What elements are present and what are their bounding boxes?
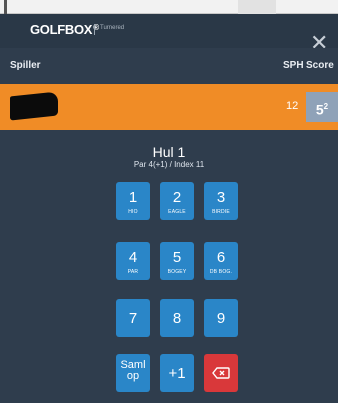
column-header-row: Spiller SPH Score — [0, 48, 338, 82]
key-label: Saml op — [116, 360, 150, 382]
key-label: HIO — [128, 209, 138, 215]
top-strip-tab — [238, 0, 276, 14]
plus-one-button[interactable]: +1 — [160, 354, 194, 392]
delete-button[interactable] — [204, 354, 238, 392]
key-7[interactable]: 7 — [116, 299, 150, 337]
key-3[interactable]: 3 BIRDIE — [204, 182, 238, 220]
key-number: 9 — [216, 310, 226, 327]
backspace-icon — [212, 367, 230, 379]
player-row[interactable]: 12 52 — [0, 84, 338, 130]
player-sph: 12 — [286, 100, 299, 112]
player-score-box[interactable]: 52 — [306, 92, 338, 122]
saml-line-2: op — [126, 370, 140, 382]
key-label: BIRDIE — [212, 209, 230, 215]
top-strip-divider — [4, 0, 7, 14]
column-player: Spiller — [10, 60, 41, 71]
key-number: 5 — [172, 249, 182, 266]
key-2[interactable]: 2 EAGLE — [160, 182, 194, 220]
key-number: 1 — [128, 189, 138, 206]
key-number: 8 — [172, 310, 182, 327]
score-value: 5 — [315, 101, 324, 118]
key-label: BOGEY — [167, 269, 187, 275]
browser-top-strip — [0, 0, 338, 14]
key-number: 7 — [128, 310, 138, 327]
key-9[interactable]: 9 — [204, 299, 238, 337]
app-header: GOLFBOX® Turnered ✕ — [0, 14, 338, 54]
logo-subtitle: Turnered — [100, 25, 125, 31]
player-name-redacted — [10, 91, 58, 121]
logo-text: GOLFBOX — [30, 22, 93, 37]
key-label: DB BOG. — [209, 269, 233, 275]
key-label: EAGLE — [168, 209, 186, 215]
key-1[interactable]: 1 HIO — [116, 182, 150, 220]
golfbox-logo: GOLFBOX® — [30, 22, 99, 37]
key-number: 6 — [216, 249, 226, 266]
logo-separator — [94, 24, 95, 35]
hole-title: Hul 1 — [152, 144, 186, 160]
key-number: +1 — [168, 365, 186, 382]
key-6[interactable]: 6 DB BOG. — [204, 242, 238, 280]
key-number: 3 — [216, 189, 226, 206]
saml-op-button[interactable]: Saml op — [116, 354, 150, 392]
hole-par-index: Par 4(+1) / Index 11 — [133, 160, 205, 169]
column-sph: SPH — [283, 60, 304, 71]
key-8[interactable]: 8 — [160, 299, 194, 337]
key-label: PAR — [127, 269, 139, 275]
key-number: 4 — [128, 249, 138, 266]
key-4[interactable]: 4 PAR — [116, 242, 150, 280]
key-5[interactable]: 5 BOGEY — [160, 242, 194, 280]
key-number: 2 — [172, 189, 182, 206]
column-score: Score — [306, 60, 334, 71]
score-superscript: 2 — [323, 102, 329, 111]
